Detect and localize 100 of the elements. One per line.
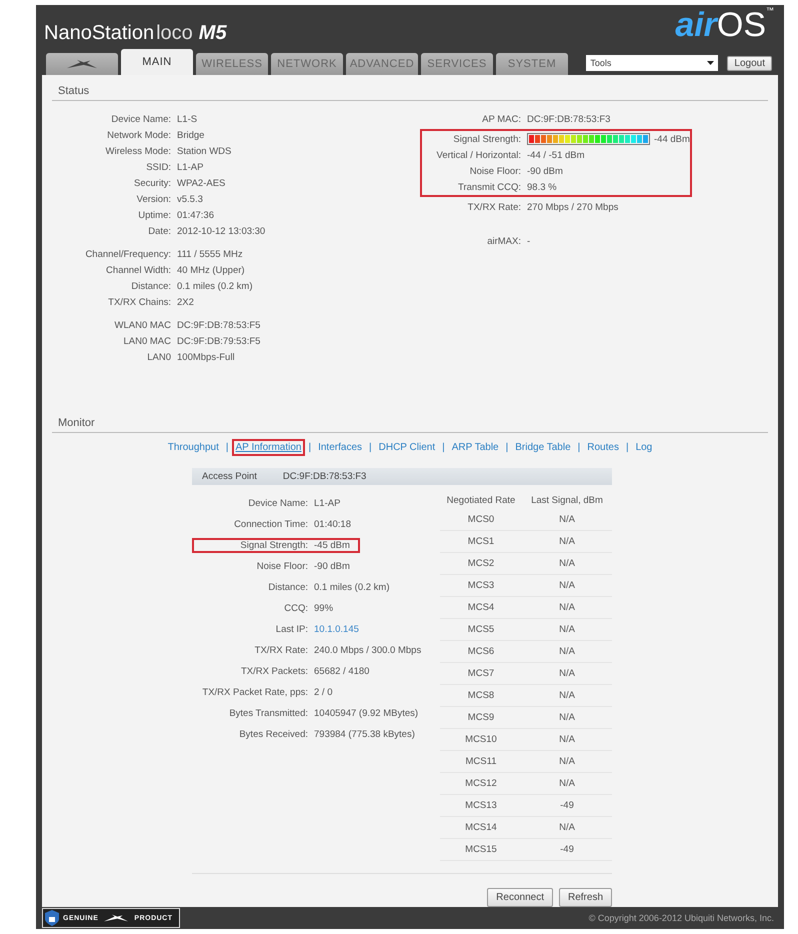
table-cell-text: N/A: [558, 712, 576, 724]
field-value: 2 / 0: [314, 687, 332, 698]
field-value: 99%: [314, 603, 334, 614]
column-header: Last Signal, dBm: [530, 494, 604, 506]
monitor-link[interactable]: AP Information: [232, 439, 306, 456]
field-value: -90 dBm: [314, 561, 350, 572]
field-label: Wireless Mode:: [104, 146, 172, 157]
field-label: Version:: [136, 194, 172, 205]
ubiquiti-logo-icon: [65, 59, 99, 70]
field-value: L1-AP: [314, 498, 340, 510]
link-separator: |: [442, 442, 445, 454]
field-label: Date:: [147, 226, 172, 237]
link-separator: |: [308, 442, 312, 454]
action-button[interactable]: Reconnect: [487, 888, 553, 908]
field-label: Device Name:: [247, 498, 309, 510]
product-name: NanoStation: [44, 22, 154, 46]
nav-tab[interactable]: SERVICES: [421, 53, 493, 76]
field-label: CCQ:: [283, 603, 309, 614]
field-label: Noise Floor:: [468, 166, 522, 177]
field-label: Distance:: [267, 582, 309, 594]
field-label: Uptime:: [137, 210, 172, 221]
field-value: 40 MHz (Upper): [177, 264, 245, 276]
link-separator: |: [578, 442, 580, 454]
table-cell-text: N/A: [558, 734, 576, 746]
trademark: ™: [766, 6, 774, 16]
field-value: 2012-10-12 13:03:30: [177, 226, 266, 237]
table-cell-text: N/A: [558, 514, 576, 526]
field-value: -45 dBm: [314, 540, 351, 552]
table-cell-text: N/A: [558, 778, 576, 790]
field-label: Signal Strength:: [452, 134, 522, 145]
table-cell-text: N/A: [558, 536, 576, 548]
ip-link[interactable]: 10.1.0.145: [314, 624, 359, 636]
field-value: 01:47:36: [177, 210, 214, 221]
table-cell-text: MCS5: [466, 624, 496, 636]
monitor-link[interactable]: DHCP Client: [374, 439, 440, 456]
table-cell-text: MCS15: [464, 844, 498, 856]
nav-tab[interactable]: SYSTEM: [496, 53, 568, 76]
link-separator: |: [369, 442, 372, 454]
monitor-link[interactable]: Log: [632, 439, 656, 456]
field-label: Network Mode:: [106, 130, 172, 141]
field-label: Transmit CCQ:: [457, 182, 522, 193]
nav-tab[interactable]: MAIN: [121, 49, 193, 76]
table-cell-text: MCS6: [466, 646, 496, 658]
table-cell-text: N/A: [558, 580, 576, 592]
table-cell-text: -49: [559, 800, 575, 812]
monitor-link[interactable]: Throughput: [164, 439, 223, 456]
nav-tab[interactable]: NETWORK: [271, 53, 343, 76]
ubiquiti-logo-icon: [102, 914, 130, 922]
field-label: airMAX:: [486, 236, 522, 247]
field-label: AP MAC:: [481, 114, 522, 125]
field-value: v5.5.3: [177, 194, 203, 205]
nav-tab[interactable]: [46, 53, 118, 76]
nav-tab[interactable]: ADVANCED: [346, 53, 418, 76]
monitor-link[interactable]: Bridge Table: [511, 439, 575, 456]
field-value: 98.3 %: [527, 182, 557, 193]
nav-tab[interactable]: WIRELESS: [196, 53, 268, 76]
field-label: Bytes Transmitted:: [228, 708, 309, 720]
field-value: DC:9F:DB:78:53:F3: [527, 114, 610, 125]
field-value: -44 / -51 dBm: [527, 150, 585, 161]
action-button[interactable]: Refresh: [558, 888, 612, 908]
field-label: Last IP:: [274, 624, 309, 636]
field-label: WLAN0 MAC: [114, 320, 172, 331]
field-label: Connection Time:: [233, 519, 309, 530]
table-cell-text: MCS8: [466, 690, 496, 702]
table-cell-text: N/A: [558, 668, 576, 680]
table-cell-text: MCS2: [466, 558, 496, 570]
field-label: LAN0 MAC: [122, 336, 172, 347]
field-value: 111 / 5555 MHz: [177, 248, 243, 260]
table-cell-text: MCS7: [466, 668, 496, 680]
field-label: TX/RX Rate:: [254, 645, 309, 656]
logout-button[interactable]: Logout: [727, 56, 772, 72]
field-label: SSID:: [145, 162, 172, 173]
table-cell-text: MCS9: [466, 712, 496, 724]
field-label: TX/RX Packet Rate, pps:: [201, 687, 309, 698]
field-value: 270 Mbps / 270 Mbps: [527, 202, 618, 213]
product-variant: M5: [198, 22, 227, 46]
table-cell-text: N/A: [558, 602, 576, 614]
field-label: Vertical / Horizontal:: [436, 150, 522, 161]
caret-icon: [707, 61, 714, 66]
tools-dropdown[interactable]: Tools: [586, 55, 718, 72]
table-cell-text: MCS3: [466, 580, 496, 592]
field-value: 0.1 miles (0.2 km): [177, 280, 252, 292]
field-value: WPA2-AES: [177, 178, 226, 189]
field-value: L1-S: [177, 114, 198, 125]
table-cell-text: N/A: [558, 756, 576, 768]
field-value: 65682 / 4180: [314, 666, 370, 678]
access-point-mac: DC:9F:DB:78:53:F3: [282, 471, 366, 482]
field-label: Channel Width:: [105, 264, 172, 276]
field-label: Distance:: [130, 280, 172, 292]
monitor-link[interactable]: ARP Table: [448, 439, 503, 456]
table-cell-text: N/A: [558, 822, 576, 834]
table-cell-text: N/A: [558, 624, 576, 636]
table-cell-text: N/A: [558, 690, 576, 702]
table-cell-text: MCS4: [466, 602, 496, 614]
field-value: DC:9F:DB:79:53:F5: [177, 336, 260, 347]
monitor-link[interactable]: Routes: [583, 439, 623, 456]
field-label: TX/RX Rate:: [466, 202, 522, 213]
field-label: Channel/Frequency:: [84, 248, 172, 260]
access-point-label: Access Point: [202, 471, 257, 482]
monitor-link[interactable]: Interfaces: [314, 439, 366, 456]
